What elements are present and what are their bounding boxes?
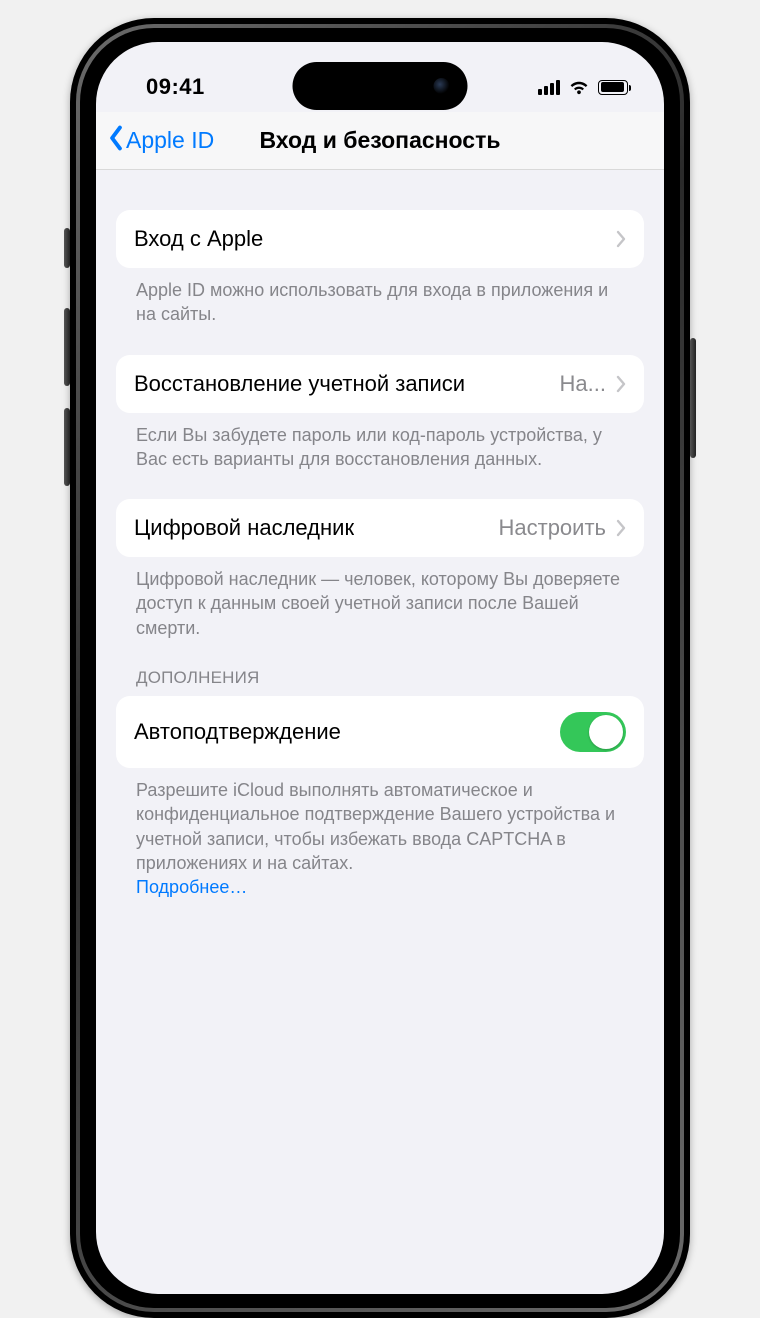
row-footer: Если Вы забудете пароль или код-пароль у… <box>116 413 644 472</box>
row-footer: Разрешите iCloud выполнять автоматическо… <box>116 768 644 899</box>
mute-switch <box>64 228 70 268</box>
volume-up-button <box>64 308 70 386</box>
chevron-right-icon <box>616 375 626 393</box>
row-detail: На... <box>560 371 606 397</box>
row-label: Автоподтверждение <box>134 719 341 745</box>
auto-verify-toggle[interactable] <box>560 712 626 752</box>
cellular-icon <box>538 79 560 95</box>
row-sign-in-with-apple[interactable]: Вход с Apple <box>116 210 644 268</box>
chevron-right-icon <box>616 230 626 248</box>
device-frame: 09:41 Apple ID Вход и безопасность <box>70 18 690 1318</box>
row-label: Цифровой наследник <box>134 515 354 541</box>
screen: 09:41 Apple ID Вход и безопасность <box>96 42 664 1294</box>
row-auto-verify: Автоподтверждение <box>116 696 644 768</box>
section-header-extras: ДОПОЛНЕНИЯ <box>116 668 644 696</box>
wifi-icon <box>568 79 590 95</box>
row-detail: Настроить <box>499 515 607 541</box>
chevron-right-icon <box>616 519 626 537</box>
battery-icon <box>598 80 628 95</box>
content: Вход с Apple Apple ID можно использовать… <box>96 210 664 900</box>
status-time: 09:41 <box>146 74 205 100</box>
back-button[interactable]: Apple ID <box>108 125 214 157</box>
back-label: Apple ID <box>126 127 214 154</box>
row-legacy-contact[interactable]: Цифровой наследник Настроить <box>116 499 644 557</box>
row-account-recovery[interactable]: Восстановление учетной записи На... <box>116 355 644 413</box>
nav-bar: Apple ID Вход и безопасность <box>96 112 664 170</box>
chevron-left-icon <box>108 125 124 157</box>
learn-more-link[interactable]: Подробнее… <box>136 877 247 897</box>
side-button <box>690 338 696 458</box>
row-footer: Цифровой наследник — человек, которому В… <box>116 557 644 640</box>
row-footer: Apple ID можно использовать для входа в … <box>116 268 644 327</box>
volume-down-button <box>64 408 70 486</box>
dynamic-island <box>293 62 468 110</box>
row-label: Вход с Apple <box>134 226 263 252</box>
row-label: Восстановление учетной записи <box>134 371 465 397</box>
